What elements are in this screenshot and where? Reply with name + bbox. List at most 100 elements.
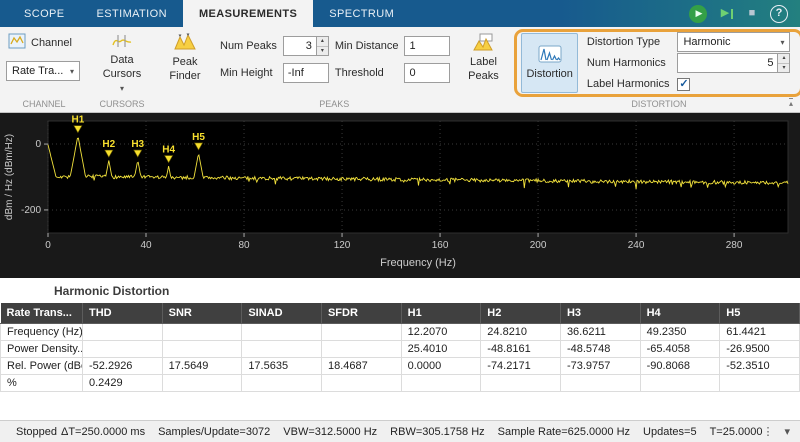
status-item: VBW=312.5000 Hz — [283, 426, 377, 438]
label-peaks-icon — [473, 33, 493, 54]
measurements-ribbon: Channel Rate Tra... ▾ CHANNEL Data Curso… — [0, 27, 800, 113]
table-cell — [83, 324, 163, 341]
status-measurements: ΔT=250.0000 msSamples/Update=3072VBW=312… — [61, 426, 762, 438]
table-cell: 17.5635 — [242, 358, 322, 375]
svg-text:H2: H2 — [102, 139, 115, 150]
table-cell: -74.2171 — [481, 358, 561, 375]
table-cell: -52.3510 — [720, 358, 800, 375]
table-cell — [242, 375, 322, 392]
spinner-up-icon[interactable]: ▴ — [778, 54, 789, 64]
row-label-cell: % — [1, 375, 83, 392]
kebab-menu-icon[interactable]: ⋮ — [762, 425, 773, 438]
step-forward-button[interactable]: ▶ — [716, 5, 734, 23]
label-harmonics-checkbox[interactable]: ✓ — [677, 78, 690, 91]
table-cell: -48.8161 — [481, 341, 561, 358]
table-cell — [83, 341, 163, 358]
spinner-up-icon[interactable]: ▴ — [317, 37, 328, 47]
channel-selector[interactable]: Rate Tra... ▾ — [6, 61, 80, 81]
spinner-down-icon[interactable]: ▾ — [778, 64, 789, 73]
table-cell: 61.4421 — [720, 324, 800, 341]
table-cell — [720, 375, 800, 392]
svg-text:H3: H3 — [131, 139, 144, 150]
table-cell: -73.9757 — [560, 358, 640, 375]
num-harmonics-label: Num Harmonics — [587, 57, 670, 69]
collapse-ribbon-icon[interactable]: ▴ — [789, 98, 793, 108]
num-harmonics-stepper: ▴ ▾ — [677, 53, 790, 73]
toolstrip-tabbar: SCOPE ESTIMATION MEASUREMENTS SPECTRUM ▶… — [0, 0, 800, 27]
row-label-cell: Frequency (Hz) — [1, 324, 83, 341]
num-peaks-input[interactable] — [283, 36, 316, 56]
peak-finder-button[interactable]: Peak Finder — [159, 29, 211, 88]
spinner-down-icon[interactable]: ▾ — [317, 47, 328, 56]
run-button[interactable]: ▶ — [689, 5, 707, 23]
table-header-cell: SINAD — [242, 303, 322, 324]
table-cell — [321, 324, 401, 341]
table-cell: 0.2429 — [83, 375, 163, 392]
min-height-input[interactable] — [283, 63, 329, 83]
svg-text:80: 80 — [238, 240, 250, 251]
num-peaks-stepper: ▴ ▾ — [283, 36, 329, 56]
table-header-row: Rate Trans...THDSNRSINADSFDRH1H2H3H4H5 — [1, 303, 800, 324]
table-cell — [242, 341, 322, 358]
num-peaks-spinner: ▴ ▾ — [316, 36, 329, 56]
help-icon: ? — [776, 8, 783, 19]
tab-scope[interactable]: SCOPE — [8, 0, 81, 27]
distortion-type-value: Harmonic — [683, 36, 730, 48]
chevron-down-icon: ▾ — [775, 38, 789, 47]
distortion-section: Distortion Distortion Type Harmonic ▾ Nu… — [512, 27, 800, 112]
tab-spectrum[interactable]: SPECTRUM — [313, 0, 410, 27]
table-cell: 17.5649 — [162, 358, 242, 375]
table-cell — [401, 375, 481, 392]
help-button[interactable]: ? — [770, 5, 788, 23]
threshold-input[interactable] — [404, 63, 450, 83]
min-distance-label: Min Distance — [335, 40, 399, 52]
min-distance-input[interactable] — [404, 36, 450, 56]
step-forward-icon: ▶ — [721, 8, 729, 19]
table-header-cell: H2 — [481, 303, 561, 324]
table-row: %0.2429 — [1, 375, 800, 392]
num-harmonics-spinner: ▴ ▾ — [777, 53, 790, 73]
table-cell — [242, 324, 322, 341]
table-row: Rel. Power (dBc)-52.292617.564917.563518… — [1, 358, 800, 375]
data-cursors-icon — [112, 33, 132, 52]
chevron-down-icon: ▾ — [120, 84, 124, 93]
harmonic-distortion-panel: Harmonic Distortion Rate Trans...THDSNRS… — [0, 278, 800, 420]
table-cell: 36.6211 — [560, 324, 640, 341]
num-harmonics-input[interactable] — [677, 53, 777, 73]
spectrum-plot-panel: 040801201602002402800-200Frequency (Hz)d… — [0, 113, 800, 278]
label-peaks-label: Label Peaks — [462, 56, 504, 84]
channel-button[interactable]: Channel — [6, 30, 74, 55]
tab-estimation[interactable]: ESTIMATION — [81, 0, 183, 27]
table-header-cell: SFDR — [321, 303, 401, 324]
play-icon: ▶ — [696, 9, 703, 18]
spectrum-plot[interactable]: 040801201602002402800-200Frequency (Hz)d… — [0, 113, 800, 278]
row-label-cell: Rel. Power (dBc) — [1, 358, 83, 375]
channel-selector-value: Rate Tra... — [12, 65, 63, 77]
peaks-section-label: PEAKS — [156, 99, 512, 112]
table-row: Frequency (Hz)12.207024.821036.621149.23… — [1, 324, 800, 341]
peaks-section: Peak Finder Num Peaks ▴ ▾ Min Distance M… — [156, 27, 512, 112]
threshold-label: Threshold — [335, 67, 399, 79]
data-cursors-button[interactable]: Data Cursors ▾ — [96, 29, 148, 99]
cursors-section: Data Cursors ▾ CURSORS — [88, 27, 156, 112]
table-cell: 49.2350 — [640, 324, 720, 341]
distortion-toggle-button[interactable]: Distortion — [521, 33, 577, 93]
table-cell — [162, 375, 242, 392]
table-cell — [481, 375, 561, 392]
label-peaks-button[interactable]: Label Peaks — [457, 29, 509, 88]
distortion-type-select[interactable]: Harmonic ▾ — [677, 32, 790, 52]
status-item: Samples/Update=3072 — [158, 426, 270, 438]
svg-text:40: 40 — [140, 240, 152, 251]
svg-text:160: 160 — [432, 240, 449, 251]
peak-finder-label: Peak Finder — [164, 56, 206, 84]
peak-finder-icon — [174, 33, 196, 54]
stop-button[interactable]: ■ — [743, 5, 761, 23]
stop-icon: ■ — [749, 8, 756, 19]
tab-measurements[interactable]: MEASUREMENTS — [183, 0, 313, 27]
channel-section-label: CHANNEL — [0, 99, 88, 112]
chevron-down-icon[interactable]: ▾ — [784, 425, 790, 438]
table-row: Power Density...25.4010-48.8161-48.5748-… — [1, 341, 800, 358]
distortion-highlight-box: Distortion Distortion Type Harmonic ▾ Nu… — [514, 29, 800, 97]
table-header-cell: H3 — [560, 303, 640, 324]
svg-text:240: 240 — [628, 240, 645, 251]
